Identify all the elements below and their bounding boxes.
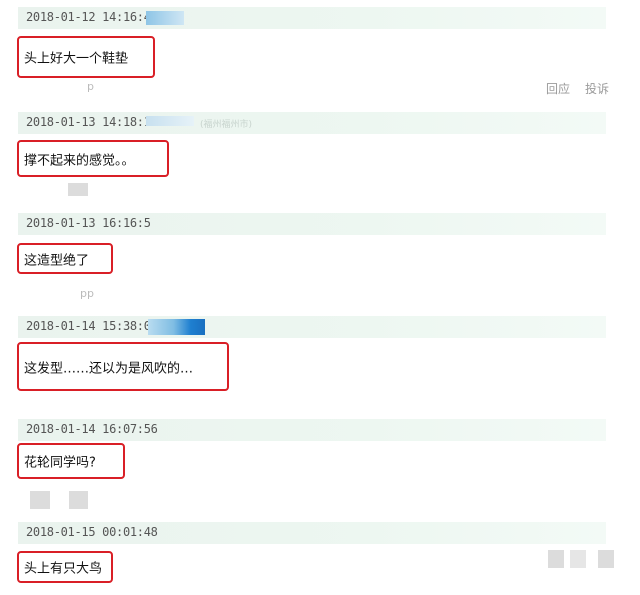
redacted-avatar xyxy=(548,550,564,568)
redacted-username xyxy=(146,116,194,126)
timestamp: 2018-01-15 00:01:48 xyxy=(26,525,158,539)
timestamp: 2018-01-13 14:18:1 xyxy=(26,115,151,129)
comment-body-highlight: 这发型……还以为是风吹的… xyxy=(17,342,229,391)
location-text: (福州福州市) xyxy=(200,120,253,130)
redacted-avatar xyxy=(598,550,614,568)
reply-link[interactable]: 回应 xyxy=(546,80,570,97)
timestamp: 2018-01-13 16:16:5 xyxy=(26,216,151,230)
comment-screenshot: { "comments": [ {"timestamp": "2018-01-1… xyxy=(0,0,640,595)
comment-body-highlight: 撑不起来的感觉。。 xyxy=(17,140,169,177)
redacted-avatar xyxy=(570,550,586,568)
comment-text: 头上好大一个鞋垫 xyxy=(24,51,129,67)
timestamp: 2018-01-14 16:07:56 xyxy=(26,422,158,436)
timestamp: 2018-01-14 15:38:05 xyxy=(26,319,158,333)
comment-body-highlight: 头上好大一个鞋垫 xyxy=(17,36,155,78)
comment-body-highlight: 这造型绝了 xyxy=(17,243,113,274)
timestamp: 2018-01-12 14:16:4 xyxy=(26,10,151,24)
redacted-username xyxy=(146,11,184,25)
comment-text: 这造型绝了 xyxy=(24,253,90,268)
comment-body-highlight: 花轮同学吗? xyxy=(17,443,125,479)
comment-header: 2018-01-14 16:07:56 xyxy=(18,419,606,441)
comment-header: 2018-01-12 14:16:4 xyxy=(18,7,606,29)
redacted-avatar xyxy=(69,491,88,509)
redacted-avatar xyxy=(68,183,88,196)
comment-text: 花轮同学吗? xyxy=(24,455,96,471)
comment-footer: pp xyxy=(80,287,94,300)
comment-header: 2018-01-13 16:16:5 xyxy=(18,213,606,235)
report-link[interactable]: 投诉 xyxy=(585,80,609,97)
comment-footer: p xyxy=(87,80,94,93)
comment-body-highlight: 头上有只大鸟 xyxy=(17,551,113,583)
comment-text: 这发型……还以为是风吹的… xyxy=(24,361,194,376)
comment-text: 撑不起来的感觉。。 xyxy=(24,153,135,168)
comment-header: 2018-01-13 14:18:1 (福州福州市) xyxy=(18,112,606,134)
redacted-avatar xyxy=(30,491,50,509)
comment-text: 头上有只大鸟 xyxy=(24,561,103,577)
redacted-username xyxy=(148,319,205,335)
comment-header: 2018-01-14 15:38:05 xyxy=(18,316,606,338)
comment-header: 2018-01-15 00:01:48 xyxy=(18,522,606,544)
